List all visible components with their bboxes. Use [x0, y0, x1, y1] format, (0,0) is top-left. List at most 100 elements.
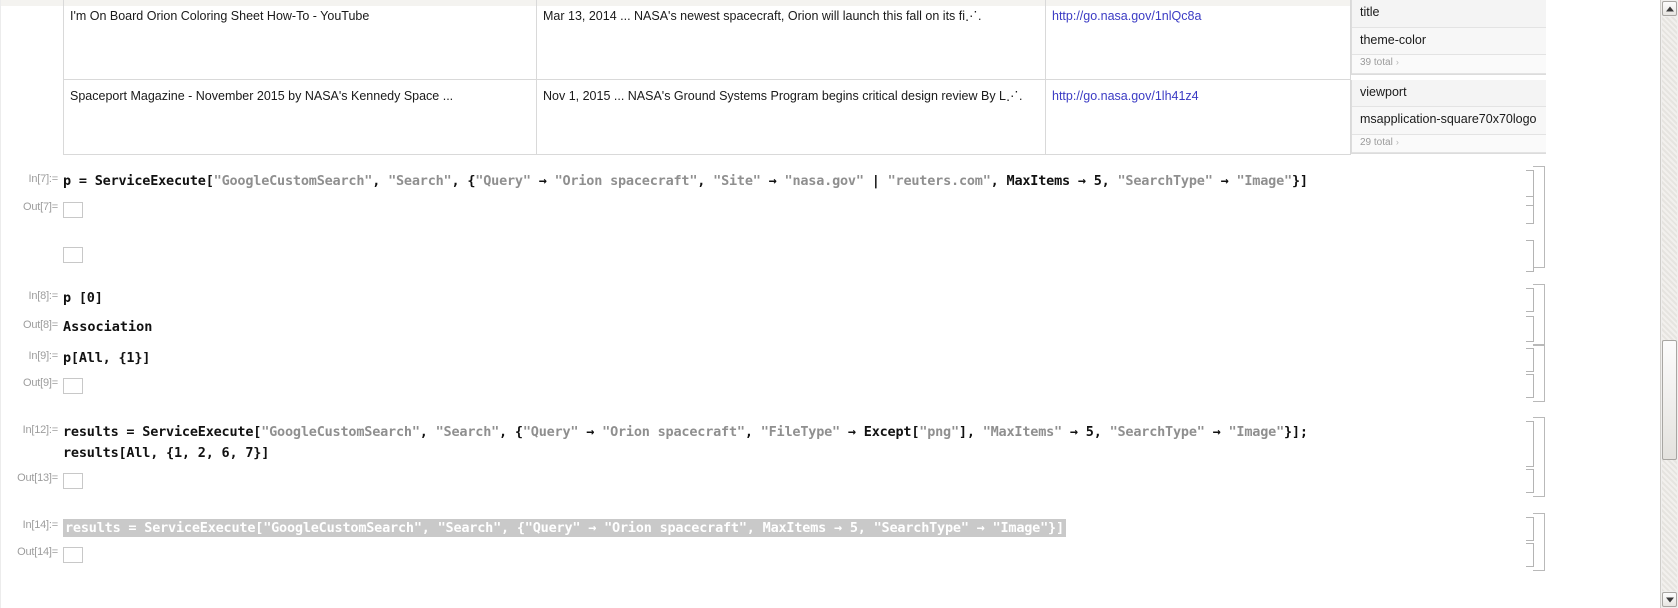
cell-url[interactable]: http://go.nasa.gov/1lh41z4 — [1045, 79, 1351, 155]
code-token: , { — [451, 173, 476, 189]
metadata-key[interactable]: title — [1352, 0, 1546, 28]
cell-label-in14: In[14]:= — [22, 519, 59, 531]
code-token: → 5, — [1061, 424, 1110, 440]
chevron-right-icon[interactable]: › — [1396, 57, 1399, 67]
code-token: → Except[ — [839, 424, 920, 440]
snippet-text: Mar 13, 2014 ... NASA's newest spacecraf… — [543, 9, 966, 23]
table-row[interactable]: Spaceport Magazine - November 2015 by NA… — [63, 79, 1546, 155]
code-token: , — [419, 424, 436, 440]
chevron-right-icon[interactable]: › — [1396, 137, 1399, 147]
search-results-grid[interactable]: I'm On Board Orion Coloring Sheet How-To… — [63, 0, 1546, 155]
scroll-up-button[interactable] — [1662, 1, 1677, 16]
code-token: "Search" — [388, 173, 452, 189]
snippet-text: Nov 1, 2015 ... NASA's Ground Systems Pr… — [543, 89, 1007, 103]
snippet-ellipsis-icon: ⋰. — [1006, 89, 1023, 103]
cell-label-in7: In[7]:= — [28, 173, 59, 185]
code-line-in14-selected[interactable]: results = ServiceExecute["GoogleCustomSe… — [63, 519, 1066, 537]
code-token: → — [1212, 173, 1237, 189]
code-line-in8[interactable]: p [0] — [63, 290, 103, 306]
snippet-ellipsis-icon: ⋰. — [965, 9, 982, 23]
metadata-key[interactable]: msapplication-square70x70logo — [1352, 107, 1546, 135]
code-line-in9[interactable]: p[All, {1}] — [63, 350, 150, 366]
code-token: "GoogleCustomSearch" — [261, 424, 420, 440]
cell-bracket-extra[interactable] — [1526, 240, 1534, 272]
code-token: p = ServiceExecute[ — [63, 173, 214, 189]
cell-url[interactable]: http://go.nasa.gov/1nlQc8a — [1045, 0, 1351, 80]
scroll-up-arrow-icon — [1665, 6, 1674, 11]
code-token: "nasa.gov" — [784, 173, 864, 189]
output-placeholder-box[interactable] — [63, 473, 83, 489]
cell-group-bracket-9[interactable] — [1533, 344, 1545, 402]
cell-label-in12: In[12]:= — [22, 424, 59, 436]
cell-label-out8: Out[8]= — [23, 319, 58, 331]
scrollbar-thumb[interactable] — [1662, 340, 1677, 460]
code-token: | — [863, 173, 888, 189]
code-token: "SearchType" — [1109, 424, 1205, 440]
code-token: "GoogleCustomSearch" — [213, 173, 373, 189]
cell-group-bracket-12[interactable] — [1533, 417, 1545, 497]
scroll-down-arrow-icon — [1665, 597, 1674, 602]
output-placeholder-box[interactable] — [63, 378, 83, 394]
code-token: "Orion spacecraft" — [554, 173, 698, 189]
table-row[interactable]: I'm On Board Orion Coloring Sheet How-To… — [63, 0, 1546, 80]
code-token: → — [578, 424, 603, 440]
scrollbar-gutter — [1645, 0, 1661, 608]
scroll-down-button[interactable] — [1662, 592, 1677, 607]
code-token: results = ServiceExecute[ — [63, 424, 262, 440]
scrollbar-track[interactable] — [1662, 17, 1677, 591]
metadata-total[interactable]: 29 total › — [1352, 134, 1546, 154]
cell-snippet: Mar 13, 2014 ... NASA's newest spacecraf… — [536, 0, 1046, 80]
code-token: "reuters.com" — [887, 173, 991, 189]
code-line-in12-2[interactable]: results[All, {1, 2, 6, 7}] — [63, 445, 269, 461]
code-token: , { — [499, 424, 523, 440]
metadata-total[interactable]: 39 total › — [1352, 55, 1546, 74]
metadata-key[interactable]: theme-color — [1352, 27, 1546, 56]
code-line-in12[interactable]: results = ServiceExecute["GoogleCustomSe… — [63, 424, 1308, 440]
cell-group-bracket-14[interactable] — [1533, 513, 1545, 571]
code-token: , — [744, 424, 761, 440]
code-token: "Image" — [1236, 173, 1292, 189]
code-token: "Query" — [522, 424, 579, 440]
code-token: "png" — [919, 424, 959, 440]
cell-label-in8: In[8]:= — [28, 290, 59, 302]
code-token: → — [530, 173, 555, 189]
code-token: "MaxItems" — [982, 424, 1062, 440]
metadata-total-label: 39 total — [1360, 57, 1393, 69]
output-text-out8: Association — [63, 319, 153, 335]
output-placeholder-box[interactable] — [63, 247, 83, 263]
notebook-left-edge — [0, 0, 1, 608]
code-token: ], — [958, 424, 983, 440]
code-line-in7[interactable]: p = ServiceExecute["GoogleCustomSearch",… — [63, 173, 1308, 189]
code-token: → — [760, 173, 785, 189]
metadata-box[interactable]: title theme-color 39 total › — [1351, 0, 1546, 75]
code-token: "Query" — [475, 173, 531, 189]
cell-label-out7: Out[7]= — [23, 201, 58, 213]
metadata-key[interactable]: viewport — [1352, 79, 1546, 108]
notebook-window: I'm On Board Orion Coloring Sheet How-To… — [0, 0, 1678, 608]
code-token: }]; — [1284, 424, 1308, 440]
notebook-document[interactable]: I'm On Board Orion Coloring Sheet How-To… — [0, 0, 1546, 608]
cell-title: Spaceport Magazine - November 2015 by NA… — [63, 79, 537, 155]
cell-snippet: Nov 1, 2015 ... NASA's Ground Systems Pr… — [536, 79, 1046, 155]
result-link[interactable]: http://go.nasa.gov/1nlQc8a — [1052, 9, 1201, 23]
cell-label-out13: Out[13]= — [17, 472, 58, 484]
cell-metadata[interactable]: title theme-color 39 total › — [1351, 0, 1546, 80]
code-token: "Image" — [1228, 424, 1285, 440]
vertical-scrollbar[interactable] — [1660, 0, 1678, 608]
code-token: "FileType" — [760, 424, 840, 440]
code-token: "Orion spacecraft" — [602, 424, 745, 440]
cell-metadata[interactable]: viewport msapplication-square70x70logo 2… — [1351, 79, 1546, 155]
code-token: "SearchType" — [1117, 173, 1213, 189]
cell-label-in9: In[9]:= — [28, 350, 59, 362]
cell-group-bracket-8[interactable] — [1533, 284, 1545, 346]
code-token: "Search" — [435, 424, 500, 440]
metadata-box[interactable]: viewport msapplication-square70x70logo 2… — [1351, 79, 1546, 155]
output-placeholder-box[interactable] — [63, 547, 83, 563]
code-token: → — [1204, 424, 1229, 440]
cell-group-bracket-7[interactable] — [1533, 166, 1545, 268]
output-placeholder-box[interactable] — [63, 202, 83, 218]
result-link[interactable]: http://go.nasa.gov/1lh41z4 — [1052, 89, 1199, 103]
code-token: , — [697, 173, 714, 189]
code-token: }] — [1291, 173, 1308, 189]
code-token: "Site" — [713, 173, 761, 189]
